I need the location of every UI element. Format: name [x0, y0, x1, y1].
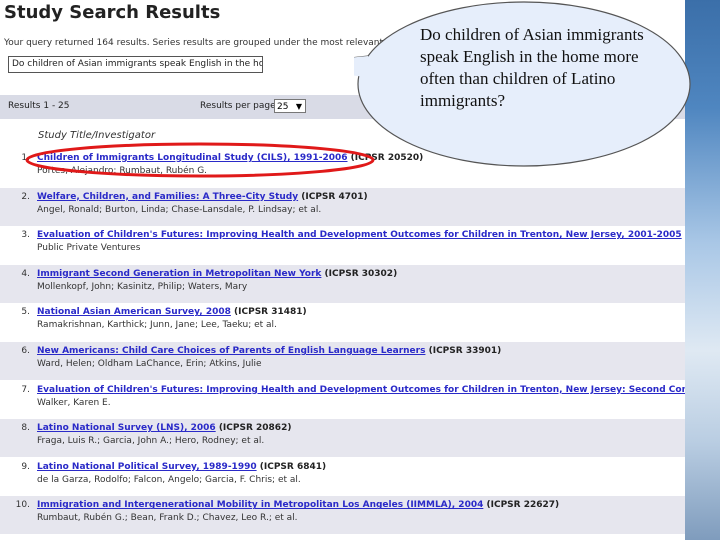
result-number: 5.	[21, 307, 30, 318]
result-title: Latino National Survey (LNS), 2006 (ICPS…	[37, 423, 291, 433]
result-row: 5. National Asian American Survey, 2008 (…	[0, 303, 685, 341]
result-study-id: (ICPSR 6841)	[259, 461, 327, 472]
result-title: Evaluation of Children's Futures: Improv…	[37, 385, 685, 395]
query-input[interactable]: Do children of Asian immigrants speak En…	[8, 56, 263, 73]
result-title-link[interactable]: Latino National Survey (LNS), 2006	[37, 423, 216, 433]
per-page-value: 25	[277, 102, 289, 112]
result-title: New Americans: Child Care Choices of Par…	[37, 346, 501, 356]
column-header: Study Title/Investigator	[38, 130, 156, 141]
result-authors: de la Garza, Rodolfo; Falcon, Angelo; Ga…	[37, 474, 301, 485]
result-row: 9. Latino National Political Survey, 1989…	[0, 458, 685, 496]
result-row: 10. Immigration and Intergenerational Mob…	[0, 496, 685, 535]
result-title: Evaluation of Children's Futures: Improv…	[37, 230, 685, 240]
page-title: Study Search Results	[4, 2, 221, 23]
result-study-id: (ICPSR 20520)	[350, 153, 424, 163]
result-title: National Asian American Survey, 2008 (IC…	[37, 307, 307, 317]
slide-background	[685, 0, 720, 540]
result-study-id: (ICPSR 22627)	[486, 500, 560, 511]
result-title-link[interactable]: Children of Immigrants Longitudinal Stud…	[37, 153, 348, 163]
result-study-id: (ICPSR 4701)	[301, 191, 368, 202]
result-title: Welfare, Children, and Families: A Three…	[37, 192, 368, 202]
result-number: 9.	[21, 461, 30, 472]
slide: Study Search Results Your query returned…	[0, 0, 720, 540]
result-authors: Portes, Alejandro; Rumbaut, Rubén G.	[37, 166, 208, 176]
result-number: 4.	[21, 268, 30, 279]
result-row: 4. Immigrant Second Generation in Metropo…	[0, 264, 685, 303]
result-title: Latino National Political Survey, 1989-1…	[37, 462, 326, 472]
result-row: 6. New Americans: Child Care Choices of P…	[0, 342, 685, 380]
result-authors: Rumbaut, Rubén G.; Bean, Frank D.; Chave…	[37, 513, 298, 524]
result-title: Children of Immigrants Longitudinal Stud…	[37, 153, 423, 163]
result-study-id: (ICPSR 20862)	[218, 423, 292, 434]
query-summary: Your query returned 164 results. Series …	[4, 38, 391, 48]
dropdown-arrow-icon: ▼	[295, 102, 302, 111]
result-study-id: (ICPSR 33901)	[428, 346, 502, 356]
result-authors: Ward, Helen; Oldham LaChance, Erin; Atki…	[37, 359, 262, 369]
result-row: 1. Children of Immigrants Longitudinal St…	[0, 149, 685, 187]
callout-text: Do children of Asian immigrants speak En…	[420, 25, 644, 110]
per-page-label: Results per page:	[200, 101, 279, 111]
result-row: 2. Welfare, Children, and Families: A Thr…	[0, 187, 685, 226]
results-range: Results 1 - 25	[8, 101, 70, 111]
result-title: Immigration and Intergenerational Mobili…	[37, 500, 559, 510]
result-number: 2.	[21, 191, 30, 202]
result-title-link[interactable]: Evaluation of Children's Futures: Improv…	[37, 385, 685, 395]
result-study-id: (ICPSR 30302)	[324, 268, 398, 279]
result-title-link[interactable]: Immigrant Second Generation in Metropoli…	[37, 269, 321, 279]
result-title-link[interactable]: National Asian American Survey, 2008	[37, 307, 231, 317]
per-page-select[interactable]: 25 ▼	[274, 99, 306, 113]
result-authors: Fraga, Luis R.; Garcia, John A.; Hero, R…	[37, 436, 265, 447]
result-number: 10.	[15, 500, 30, 511]
result-number: 1.	[21, 153, 30, 163]
result-title-link[interactable]: Welfare, Children, and Families: A Three…	[37, 192, 298, 202]
result-number: 6.	[21, 346, 30, 356]
result-number: 3.	[21, 230, 30, 241]
result-row: 7. Evaluation of Children's Futures: Impr…	[0, 381, 685, 419]
result-title-link[interactable]: New Americans: Child Care Choices of Par…	[37, 346, 425, 356]
result-row: 8. Latino National Survey (LNS), 2006 (IC…	[0, 419, 685, 458]
result-authors: Ramakrishnan, Karthick; Junn, Jane; Lee,…	[37, 320, 277, 331]
result-authors: Walker, Karen E.	[37, 397, 111, 408]
result-row: 3. Evaluation of Children's Futures: Impr…	[0, 226, 685, 264]
result-number: 8.	[21, 423, 30, 434]
result-title-link[interactable]: Latino National Political Survey, 1989-1…	[37, 462, 257, 472]
result-authors: Angel, Ronald; Burton, Linda; Chase-Lans…	[37, 204, 322, 215]
result-study-id: (ICPSR 31481)	[234, 307, 307, 318]
result-title: Immigrant Second Generation in Metropoli…	[37, 269, 397, 279]
result-title-link[interactable]: Evaluation of Children's Futures: Improv…	[37, 230, 682, 240]
result-title-link[interactable]: Immigration and Intergenerational Mobili…	[37, 500, 483, 510]
result-number: 7.	[21, 384, 30, 395]
result-authors: Mollenkopf, John; Kasinitz, Philip; Wate…	[37, 281, 248, 292]
result-authors: Public Private Ventures	[37, 243, 141, 254]
